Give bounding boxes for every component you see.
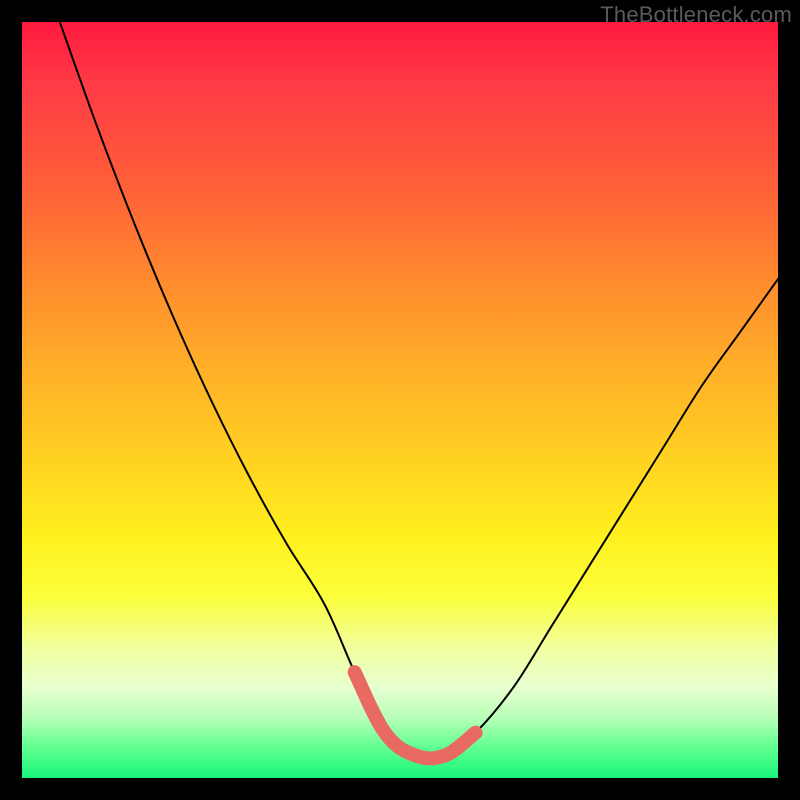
watermark-text: TheBottleneck.com <box>600 2 792 28</box>
plot-area <box>22 22 778 778</box>
valley-highlight <box>355 672 476 758</box>
chart-frame: TheBottleneck.com <box>0 0 800 800</box>
curve-layer <box>22 22 778 778</box>
bottleneck-curve <box>60 22 778 758</box>
